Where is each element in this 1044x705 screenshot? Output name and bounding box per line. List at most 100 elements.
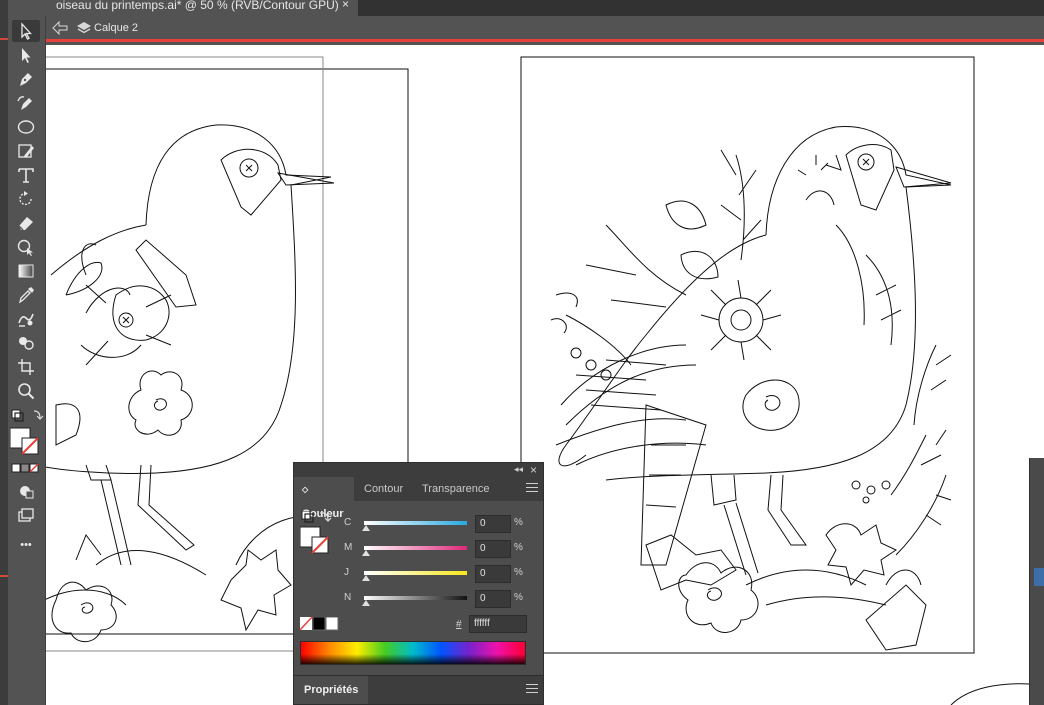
- yellow-unit: %: [514, 567, 523, 578]
- gradient-icon: [18, 264, 34, 278]
- screen-mode-icon: [18, 508, 34, 522]
- screen-mode-tool[interactable]: [12, 504, 40, 526]
- more-tools-button[interactable]: •••: [12, 534, 40, 556]
- yellow-slider-thumb[interactable]: [362, 575, 370, 581]
- type-tool[interactable]: [12, 164, 40, 186]
- artboard-canvas[interactable]: [46, 45, 1044, 705]
- document-tab-bar: oiseau du printemps.ai* @ 50 % (RVB/Cont…: [46, 0, 1044, 16]
- right-artboard-frame: [520, 56, 975, 654]
- hex-label: #: [456, 619, 462, 630]
- black-slider-row: N 0 %: [344, 590, 544, 608]
- tab-contour[interactable]: Contour: [356, 477, 411, 501]
- panel-menu-icon[interactable]: [526, 483, 538, 495]
- artboard-tool[interactable]: [12, 356, 40, 378]
- cyan-slider-row: C 0 %: [344, 515, 544, 533]
- cyan-unit: %: [514, 517, 523, 528]
- pencil-icon: [18, 144, 34, 158]
- hex-input[interactable]: ffffff: [469, 615, 527, 633]
- left-edge-strip: [0, 0, 8, 705]
- document-close-button[interactable]: ×: [342, 0, 349, 10]
- artwork: [46, 56, 1044, 705]
- pencil-tool[interactable]: [12, 140, 40, 162]
- eraser-tool[interactable]: [12, 212, 40, 234]
- right-panel-highlight: [1034, 568, 1044, 586]
- left-bleed-frame: [46, 56, 324, 652]
- black-label: N: [344, 592, 352, 603]
- pen-tool[interactable]: [12, 68, 40, 90]
- drawing-mode-tool[interactable]: [12, 480, 40, 502]
- eyedropper-tool[interactable]: [12, 284, 40, 306]
- cyan-slider-track[interactable]: [364, 521, 467, 525]
- magenta-value-input[interactable]: 0: [475, 540, 511, 558]
- properties-tab-bar: Propriétés: [294, 675, 543, 704]
- eraser-icon: [18, 217, 33, 231]
- type-icon: [18, 168, 34, 183]
- rotate-tool[interactable]: [12, 188, 40, 210]
- direct-selection-tool[interactable]: [12, 44, 40, 66]
- selection-tool[interactable]: [12, 20, 40, 42]
- shape-builder-tool[interactable]: [12, 236, 40, 258]
- properties-menu-icon[interactable]: [526, 684, 538, 696]
- symbol-sprayer-icon: [19, 337, 34, 350]
- document-tab-title: oiseau du printemps.ai* @ 50 % (RVB/Cont…: [56, 0, 339, 12]
- yellow-label: J: [344, 567, 349, 578]
- edge-marker: [0, 38, 8, 40]
- magenta-unit: %: [514, 542, 523, 553]
- symbol-sprayer-tool[interactable]: [12, 332, 40, 354]
- tab-couleur[interactable]: ◇ Couleur: [294, 477, 354, 520]
- panel-header[interactable]: ◂◂ ×: [294, 463, 543, 477]
- rotate-icon: [19, 191, 32, 206]
- document-tab[interactable]: oiseau du printemps.ai* @ 50 % (RVB/Cont…: [46, 0, 358, 16]
- magenta-label: M: [344, 542, 353, 553]
- magenta-slider-track[interactable]: [364, 546, 467, 550]
- tab-proprietes[interactable]: Propriétés: [294, 676, 369, 704]
- close-panel-button[interactable]: ×: [530, 463, 537, 477]
- blend-tool[interactable]: [12, 308, 40, 330]
- layer-name: Calque 2: [94, 22, 139, 34]
- edge-marker: [0, 575, 8, 577]
- fill-stroke-widget[interactable]: [10, 408, 44, 478]
- magenta-slider-row: M 0 %: [344, 540, 544, 558]
- layers-icon: [77, 22, 91, 34]
- back-arrow-icon[interactable]: [52, 21, 68, 35]
- fill-stroke-selector[interactable]: [300, 511, 336, 561]
- shape-builder-icon: [17, 239, 33, 256]
- magenta-slider-thumb[interactable]: [362, 550, 370, 556]
- black-slider-thumb[interactable]: [362, 600, 370, 606]
- selection-arrow-icon: [21, 22, 32, 40]
- eyedropper-icon: [18, 287, 34, 304]
- cyan-slider-thumb[interactable]: [362, 525, 370, 531]
- isolation-mode-bar: Calque 2: [46, 16, 1044, 42]
- quick-swatches[interactable]: [300, 617, 340, 631]
- tab-arrow-icon: ◇: [302, 485, 309, 494]
- artboard-icon: [18, 359, 34, 375]
- tools-panel: •••: [8, 16, 46, 705]
- illustrator-window: oiseau du printemps.ai* @ 50 % (RVB/Cont…: [0, 0, 1044, 705]
- black-unit: %: [514, 592, 523, 603]
- curvature-tool[interactable]: [12, 92, 40, 114]
- gradient-tool[interactable]: [12, 260, 40, 282]
- cyan-value-input[interactable]: 0: [475, 515, 511, 533]
- ellipse-tool[interactable]: [12, 116, 40, 138]
- collapse-panel-button[interactable]: ◂◂: [514, 464, 523, 475]
- blend-icon: [18, 313, 34, 327]
- color-panel-tabs: ◇ Couleur Contour Transparence: [294, 477, 543, 520]
- color-spectrum-bar[interactable]: [300, 641, 526, 665]
- black-value-input[interactable]: 0: [475, 590, 511, 608]
- pen-icon: [20, 73, 32, 86]
- tab-transparence[interactable]: Transparence: [414, 477, 497, 501]
- curvature-icon: [17, 96, 32, 110]
- yellow-slider-track[interactable]: [364, 571, 467, 575]
- yellow-value-input[interactable]: 0: [475, 565, 511, 583]
- black-slider-track[interactable]: [364, 596, 467, 600]
- right-panel-fragment: [1029, 458, 1044, 705]
- color-panel: ◂◂ × ◇ Couleur Contour Transparence C 0: [293, 462, 544, 705]
- yellow-slider-row: J 0 %: [344, 565, 544, 583]
- cyan-label: C: [344, 517, 352, 528]
- ellipse-icon: [17, 120, 35, 134]
- drawing-mode-icon: [20, 486, 34, 499]
- direct-selection-icon: [22, 48, 31, 63]
- right-bird-illustration: [550, 126, 952, 651]
- zoom-icon: [18, 383, 35, 400]
- zoom-tool[interactable]: [12, 380, 40, 402]
